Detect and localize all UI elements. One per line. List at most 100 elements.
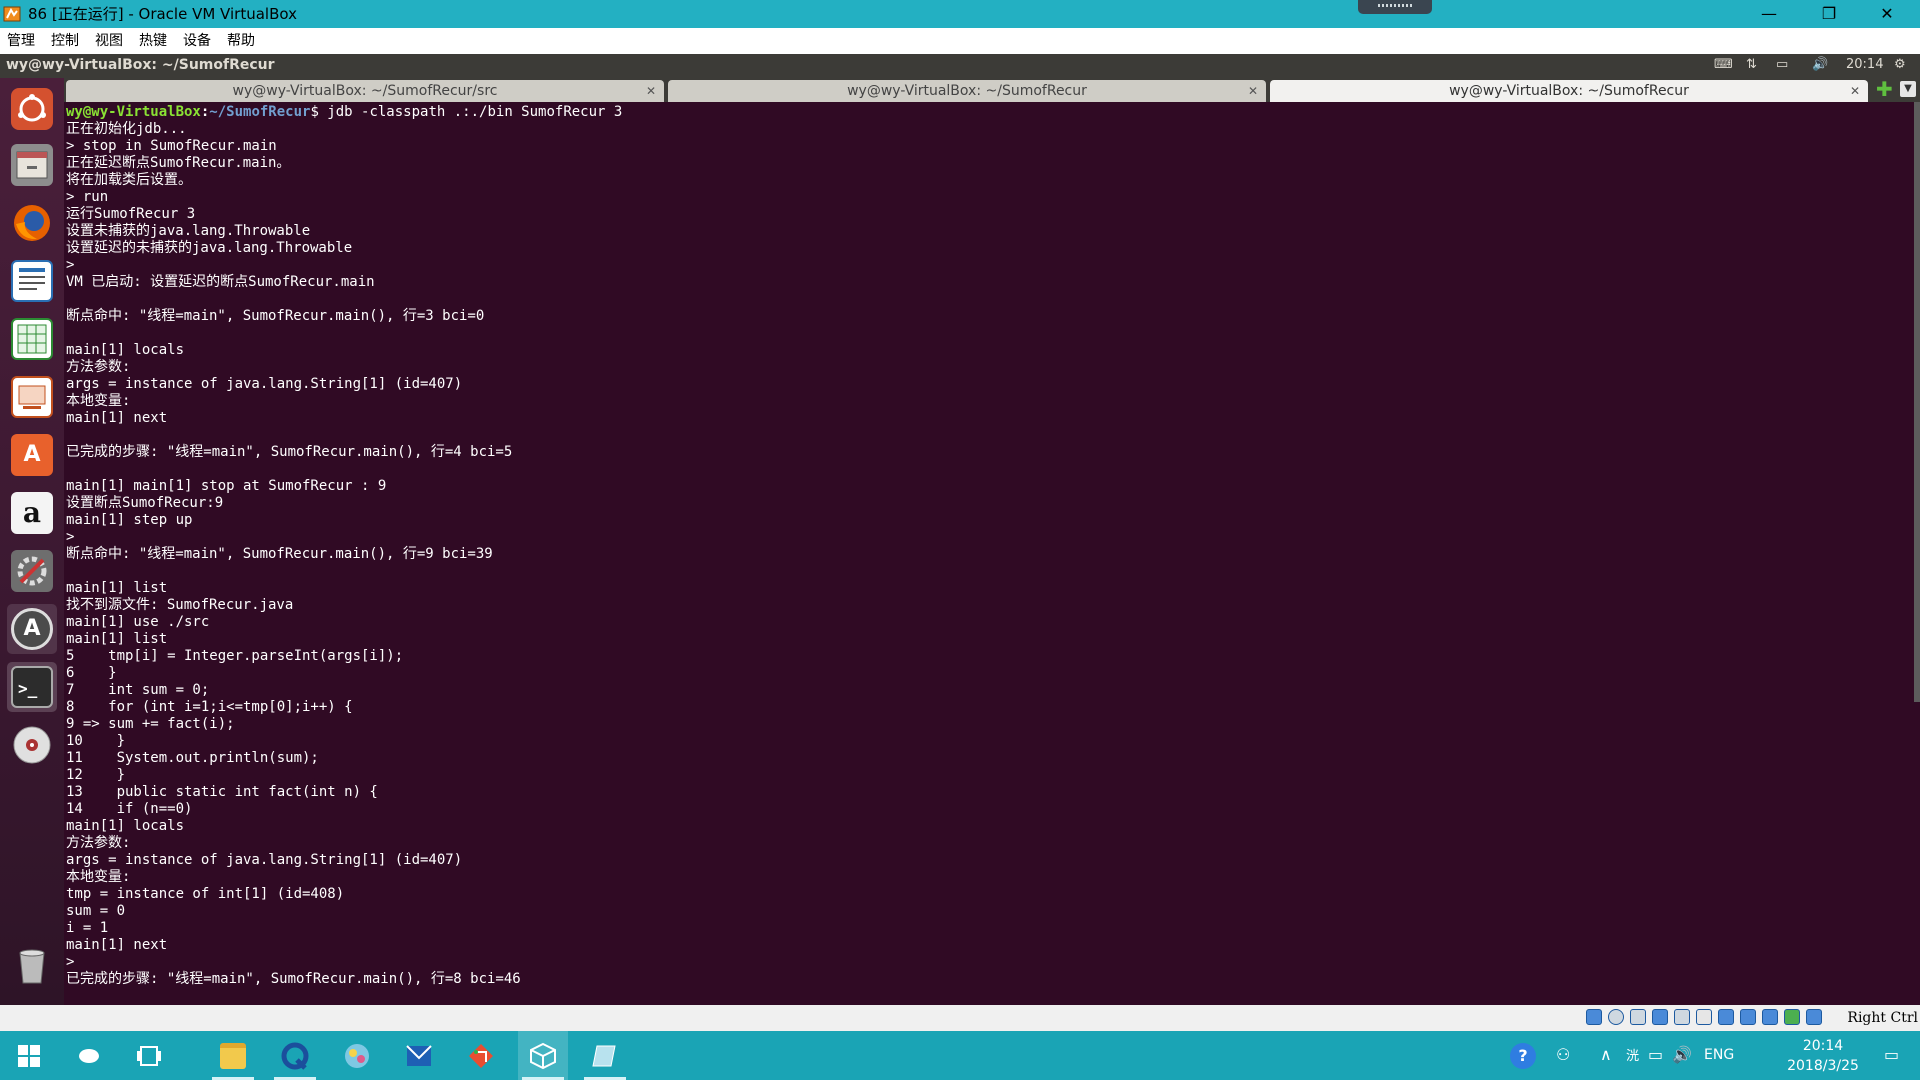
calc-icon[interactable] xyxy=(7,314,57,364)
people-icon[interactable]: ⚇ xyxy=(1556,1045,1570,1064)
tab-label: wy@wy-VirtualBox: ~/SumofRecur xyxy=(847,83,1087,99)
terminal-line: 断点命中: "线程=main", SumofRecur.main(), 行=9 … xyxy=(66,546,493,562)
tab-menu-icon[interactable]: ▼ xyxy=(1900,81,1916,97)
browser-icon[interactable] xyxy=(270,1031,320,1080)
notification-icon[interactable]: ▭ xyxy=(1884,1045,1899,1064)
terminal-line: 13 public static int fact(int n) { xyxy=(66,784,378,800)
optical-drive-icon[interactable] xyxy=(1608,1009,1624,1025)
cortana-icon[interactable] xyxy=(64,1031,114,1080)
software-center-icon[interactable]: A xyxy=(7,430,57,480)
terminal-line: 8 for (int i=1;i<=tmp[0];i++) { xyxy=(66,699,353,715)
firefox-icon[interactable] xyxy=(7,198,57,248)
clock-time: 20:14 xyxy=(1802,1038,1844,1054)
close-button[interactable]: ✕ xyxy=(1864,0,1910,28)
audio-icon[interactable] xyxy=(1630,1009,1646,1025)
files-icon[interactable] xyxy=(7,140,57,190)
drag-grip[interactable] xyxy=(1358,0,1432,14)
writer-icon[interactable] xyxy=(7,256,57,306)
ime-icon[interactable]: 洸 xyxy=(1626,1045,1639,1064)
new-tab-icon[interactable]: ✚ xyxy=(1876,78,1893,100)
terminal-line: 5 tmp[i] = Integer.parseInt(args[i]); xyxy=(66,648,404,664)
virtualbox-icon[interactable] xyxy=(518,1031,568,1080)
trash-icon[interactable] xyxy=(7,941,57,991)
tab-sumofrecur-1[interactable]: wy@wy-VirtualBox: ~/SumofRecur ✕ xyxy=(668,80,1266,102)
tab-label: wy@wy-VirtualBox: ~/SumofRecur/src xyxy=(232,83,498,99)
menu-view[interactable]: 视图 xyxy=(87,28,131,54)
gear-icon[interactable]: ⚙ xyxy=(1894,57,1906,72)
terminal-line: 本地变量: xyxy=(66,393,131,409)
usb-icon[interactable] xyxy=(1674,1009,1690,1025)
vbox-statusbar: Right Ctrl xyxy=(0,1005,1920,1031)
clock[interactable]: 20:14 xyxy=(1846,57,1883,72)
terminal-line: tmp = instance of int[1] (id=408) xyxy=(66,886,345,902)
help-icon[interactable]: ? xyxy=(1510,1043,1536,1069)
terminal-line: 本地变量: xyxy=(66,869,131,885)
terminal-scrollbar[interactable] xyxy=(1914,102,1920,702)
tab-src[interactable]: wy@wy-VirtualBox: ~/SumofRecur/src ✕ xyxy=(66,80,664,102)
dvd-icon[interactable] xyxy=(7,720,57,770)
start-icon[interactable] xyxy=(4,1031,54,1080)
terminal-line: i = 1 xyxy=(66,920,109,936)
battery-icon[interactable]: ▭ xyxy=(1776,57,1788,72)
menu-hotkey[interactable]: 热键 xyxy=(131,28,175,54)
active-window-title: wy@wy-VirtualBox: ~/SumofRecur xyxy=(6,57,275,73)
terminal-line: 设置延迟的未捕获的java.lang.Throwable xyxy=(66,240,353,256)
menu-control[interactable]: 控制 xyxy=(43,28,87,54)
settings-icon[interactable] xyxy=(7,546,57,596)
file-explorer-icon[interactable] xyxy=(208,1031,258,1080)
notepad-icon[interactable] xyxy=(580,1031,630,1080)
windows-taskbar: ? ⚇ ∧ 洸 ▭ 🔊 ENG 20:14 2018/3/25 ▭ xyxy=(0,1031,1920,1080)
terminal-line: main[1] locals xyxy=(66,342,185,358)
terminal-lines: 正在初始化jdb... > stop in SumofRecur.main 正在… xyxy=(66,121,521,987)
terminal-line: 方法参数: xyxy=(66,835,131,851)
cpu-icon[interactable] xyxy=(1762,1009,1778,1025)
terminal-icon[interactable]: >_ xyxy=(7,662,57,712)
mail-icon[interactable] xyxy=(394,1031,444,1080)
terminal-line: 已完成的步骤: "线程=main", SumofRecur.main(), 行=… xyxy=(66,971,521,987)
amazon-icon[interactable]: a xyxy=(7,488,57,538)
network-icon[interactable]: ⇅ xyxy=(1746,57,1757,72)
task-view-icon[interactable] xyxy=(124,1031,174,1080)
shared-folder-icon[interactable] xyxy=(1696,1009,1712,1025)
app-icon[interactable] xyxy=(332,1031,382,1080)
volume-icon[interactable]: 🔊 xyxy=(1812,57,1828,72)
terminal-view[interactable]: wy@wy-VirtualBox:~/SumofRecur$ jdb -clas… xyxy=(64,102,1920,1005)
prompt-user: wy@wy-VirtualBox xyxy=(66,104,201,120)
virtualization-icon[interactable] xyxy=(1784,1009,1800,1025)
terminal-output: wy@wy-VirtualBox:~/SumofRecur$ jdb -clas… xyxy=(66,104,623,987)
terminal-line: 断点命中: "线程=main", SumofRecur.main(), 行=3 … xyxy=(66,308,485,324)
clock-date: 2018/3/25 xyxy=(1787,1058,1859,1074)
display-icon[interactable] xyxy=(1718,1009,1734,1025)
keyboard-icon[interactable]: ⌨ xyxy=(1714,57,1733,72)
language-indicator[interactable]: ENG xyxy=(1704,1047,1734,1063)
unity-launcher: A a A >_ xyxy=(0,78,64,1005)
volume-icon[interactable]: 🔊 xyxy=(1672,1045,1692,1064)
menu-devices[interactable]: 设备 xyxy=(175,28,219,54)
chevron-up-icon[interactable]: ∧ xyxy=(1600,1045,1612,1064)
mouse-integration-icon[interactable] xyxy=(1806,1009,1822,1025)
capture-icon[interactable] xyxy=(1740,1009,1756,1025)
impress-icon[interactable] xyxy=(7,372,57,422)
terminal-line: 9 => sum += fact(i); xyxy=(66,716,235,732)
menu-help[interactable]: 帮助 xyxy=(219,28,263,54)
network-adapter-icon[interactable] xyxy=(1652,1009,1668,1025)
battery-icon[interactable]: ▭ xyxy=(1648,1045,1663,1064)
window-title: 86 [正在运行] - Oracle VM VirtualBox xyxy=(28,5,297,23)
close-icon[interactable]: ✕ xyxy=(646,80,656,102)
close-icon[interactable]: ✕ xyxy=(1248,80,1258,102)
software-updater-icon[interactable]: A xyxy=(7,604,57,654)
minimize-button[interactable]: — xyxy=(1746,0,1792,28)
hdd-icon[interactable] xyxy=(1586,1009,1602,1025)
menu-manage[interactable]: 管理 xyxy=(0,28,43,54)
close-icon[interactable]: ✕ xyxy=(1850,80,1860,102)
maximize-button[interactable]: ❐ xyxy=(1806,0,1852,28)
terminal-line: main[1] next xyxy=(66,410,168,426)
terminal-line: 11 System.out.println(sum); xyxy=(66,750,319,766)
terminal-line: args = instance of java.lang.String[1] (… xyxy=(66,852,463,868)
ubuntu-dash-icon[interactable] xyxy=(7,84,57,134)
system-tray: ? ⚇ ∧ 洸 ▭ 🔊 ENG 20:14 2018/3/25 ▭ xyxy=(1500,1031,1920,1080)
taskbar-clock[interactable]: 20:14 2018/3/25 xyxy=(1783,1036,1863,1076)
tab-sumofrecur-2[interactable]: wy@wy-VirtualBox: ~/SumofRecur ✕ xyxy=(1270,80,1868,102)
git-icon[interactable] xyxy=(456,1031,506,1080)
terminal-line: 运行SumofRecur 3 xyxy=(66,206,196,222)
